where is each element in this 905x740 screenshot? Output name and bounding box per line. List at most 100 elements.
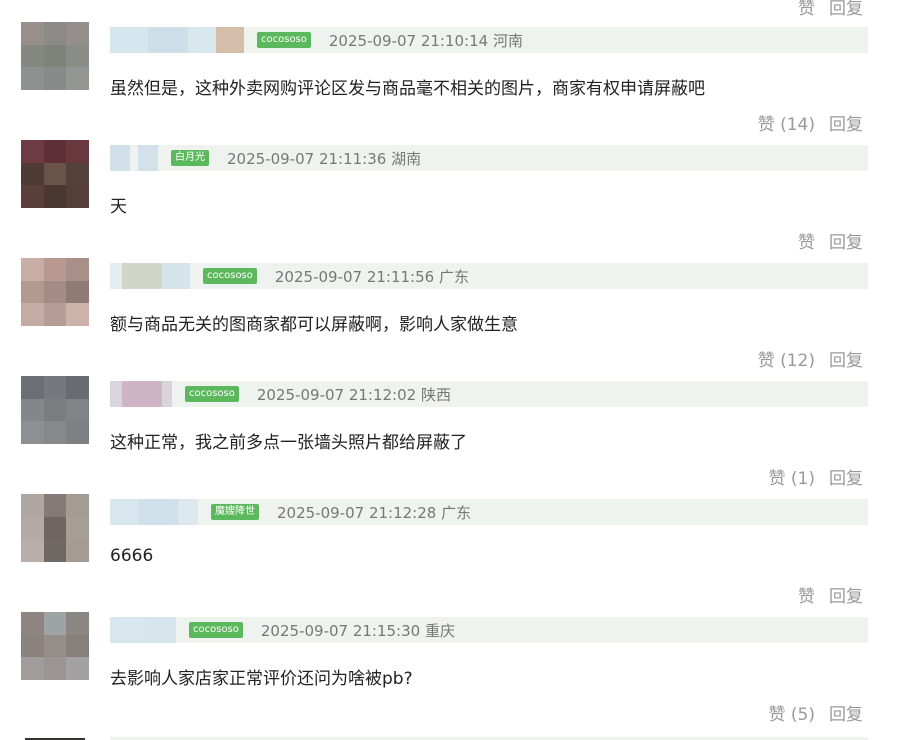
avatar-pixel — [21, 44, 44, 68]
avatar-pixel — [66, 303, 89, 326]
username-blurred[interactable] — [110, 27, 244, 53]
username-blur-segment — [146, 617, 176, 643]
like-button[interactable]: 赞 (12) — [758, 346, 815, 371]
avatar-pixel — [21, 612, 44, 635]
like-button[interactable]: 赞 — [798, 582, 815, 607]
username-blurred[interactable] — [110, 381, 172, 407]
avatar-pixel — [66, 140, 89, 163]
reply-button[interactable]: 回复 — [829, 700, 863, 725]
username-blur-segment — [110, 381, 122, 407]
comment-item: cocososo 2025-09-07 21:11:56 广东 额与商品无关的图… — [0, 258, 905, 376]
comment-text: 这种正常，我之前多点一张墙头照片都给屏蔽了 — [110, 433, 467, 453]
reply-button[interactable]: 回复 — [829, 346, 863, 371]
user-badge: cocososo — [189, 622, 243, 638]
avatar-pixel — [21, 398, 44, 422]
username-blur-segment — [122, 381, 162, 407]
comment-timestamp-location: 2025-09-07 21:12:28 广东 — [277, 503, 472, 522]
avatar-pixel — [43, 634, 67, 658]
avatar-pixel — [43, 140, 67, 163]
comment-text: 天 — [110, 197, 127, 217]
avatar-pixel — [66, 22, 89, 45]
avatar-pixel — [21, 634, 44, 658]
avatar-pixel — [43, 22, 67, 45]
comment-page: 赞 回复 cocososo 2025-09-07 21:10:14 河南 虽然但… — [0, 0, 905, 740]
like-button[interactable]: 赞 (14) — [758, 110, 815, 135]
avatar[interactable] — [21, 140, 89, 208]
avatar-pixel — [43, 516, 67, 540]
comment-text: 额与商品无关的图商家都可以屏蔽啊，影响人家做生意 — [110, 315, 518, 335]
comment-actions: 赞 (5) 回复 — [769, 700, 863, 725]
like-button[interactable]: 赞 — [798, 228, 815, 253]
top-actions: 赞 回复 — [798, 0, 863, 19]
username-blur-segment — [110, 27, 148, 53]
avatar-pixel — [21, 303, 44, 326]
reply-button[interactable]: 回复 — [829, 0, 863, 19]
avatar-pixel — [66, 612, 89, 635]
username-blur-segment — [110, 499, 138, 525]
avatar-pixel — [66, 421, 89, 444]
username-blur-segment — [130, 145, 138, 171]
username-blurred[interactable] — [110, 499, 198, 525]
avatar-pixel — [43, 539, 67, 562]
comment-text: 虽然但是，这种外卖网购评论区发与商品毫不相关的图片，商家有权申请屏蔽吧 — [110, 79, 705, 99]
comment-meta-bar: cocososo 2025-09-07 21:15:30 重庆 — [110, 617, 868, 643]
avatar-pixel — [21, 516, 44, 540]
avatar-pixel — [21, 140, 44, 163]
comment-actions: 赞 (12) 回复 — [758, 346, 863, 371]
avatar-pixel — [21, 539, 44, 562]
reply-button[interactable]: 回复 — [829, 582, 863, 607]
reply-button[interactable]: 回复 — [829, 110, 863, 135]
avatar-pixel — [43, 67, 67, 90]
avatar[interactable] — [21, 612, 89, 680]
username-blurred[interactable] — [110, 263, 190, 289]
avatar-pixel — [43, 44, 67, 68]
avatar-pixel — [43, 185, 67, 208]
username-blur-segment — [110, 145, 130, 171]
reply-button[interactable]: 回复 — [829, 228, 863, 253]
avatar-pixel — [66, 539, 89, 562]
avatar-pixel — [43, 657, 67, 680]
comment-item: cocososo 2025-09-07 21:15:30 重庆 去影响人家店家正… — [0, 612, 905, 730]
avatar-pixel — [66, 280, 89, 304]
avatar[interactable] — [21, 258, 89, 326]
user-badge: cocososo — [185, 386, 239, 402]
avatar-pixel — [66, 398, 89, 422]
comment-item: 魔嫂降世 2025-09-07 21:12:28 广东 6666 赞 回复 — [0, 494, 905, 612]
comment-actions: 赞 (1) 回复 — [769, 464, 863, 489]
avatar-pixel — [66, 258, 89, 281]
avatar-pixel — [21, 494, 44, 517]
avatar-pixel — [21, 185, 44, 208]
avatar-pixel — [43, 494, 67, 517]
username-blur-segment — [138, 145, 158, 171]
username-blur-segment — [178, 499, 198, 525]
reply-button[interactable]: 回复 — [829, 464, 863, 489]
user-badge: cocososo — [257, 32, 311, 48]
username-blurred[interactable] — [110, 617, 176, 643]
avatar-pixel — [21, 22, 44, 45]
avatar[interactable] — [21, 376, 89, 444]
avatar[interactable] — [21, 494, 89, 562]
avatar-pixel — [21, 376, 44, 399]
avatar-pixel — [21, 258, 44, 281]
like-button[interactable]: 赞 (1) — [769, 464, 815, 489]
like-button[interactable]: 赞 — [798, 0, 815, 19]
username-blur-segment — [122, 263, 162, 289]
user-badge: 白月光 — [171, 150, 209, 166]
user-badge: cocososo — [203, 268, 257, 284]
avatar-pixel — [21, 657, 44, 680]
comment-item: 白月光 2025-09-07 21:11:36 湖南 天 赞 回复 — [0, 140, 905, 258]
avatar-pixel — [66, 657, 89, 680]
comment-timestamp-location: 2025-09-07 21:15:30 重庆 — [260, 621, 455, 640]
avatar-pixel — [21, 162, 44, 186]
username-blur-segment — [162, 381, 172, 407]
avatar[interactable] — [21, 22, 89, 90]
avatar-pixel — [43, 303, 67, 326]
avatar-pixel — [43, 376, 67, 399]
next-comment-partial — [0, 733, 905, 740]
username-blurred[interactable] — [110, 145, 158, 171]
avatar-pixel — [66, 376, 89, 399]
avatar-pixel — [66, 494, 89, 517]
username-blur-segment — [110, 263, 122, 289]
avatar-pixel — [43, 162, 67, 186]
like-button[interactable]: 赞 (5) — [769, 700, 815, 725]
